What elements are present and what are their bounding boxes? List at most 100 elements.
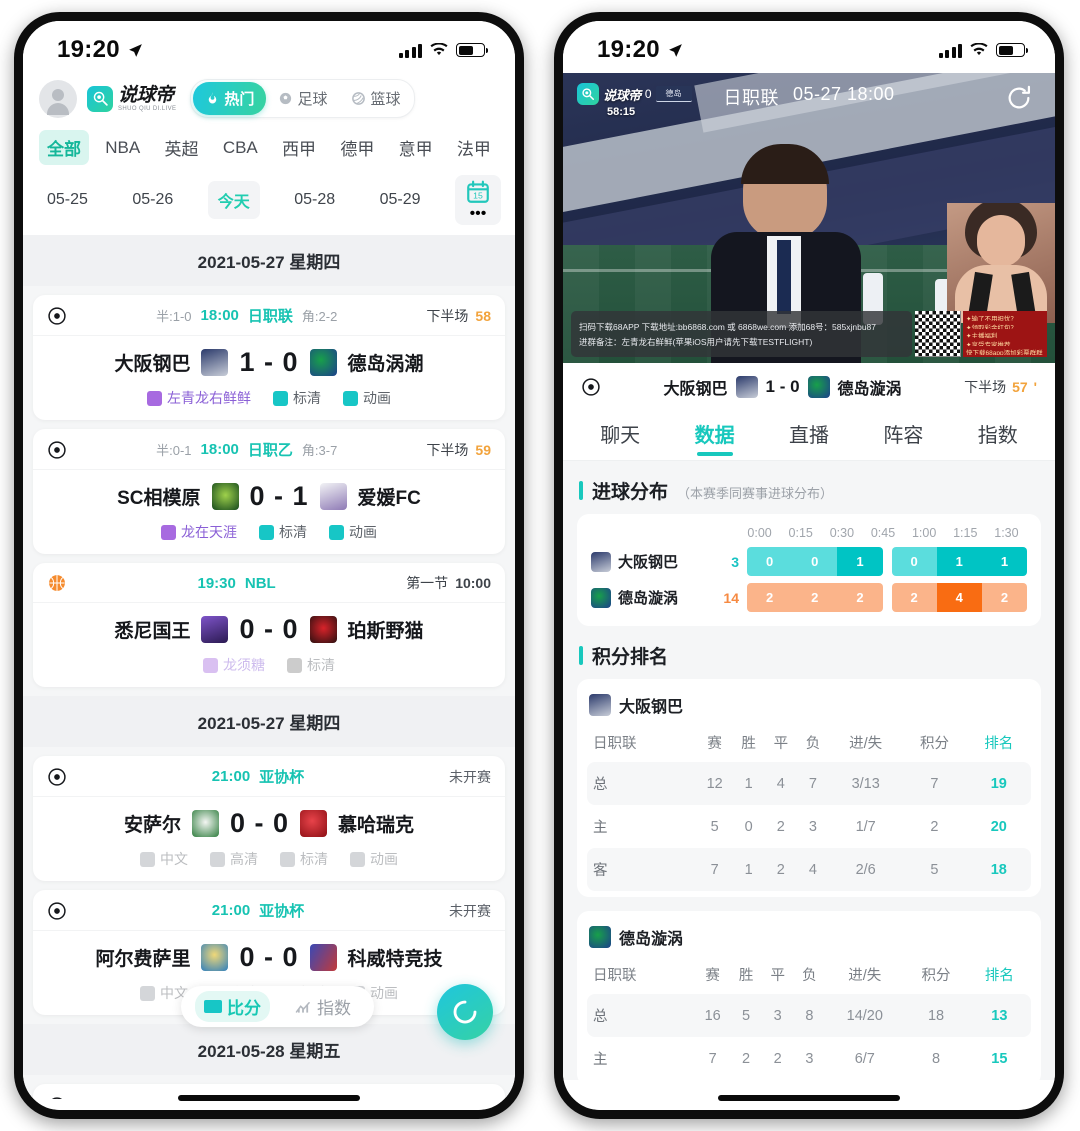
home-team-name: 悉尼国王 [114, 621, 191, 642]
axis-tick: 0:45 [870, 526, 896, 540]
soccer-search-icon [582, 88, 595, 101]
animation-icon [343, 390, 358, 406]
cell-rank: 15 [991, 1050, 1008, 1067]
chip-animation[interactable]: 动画 [350, 849, 398, 869]
league-tab-bundesliga[interactable]: 德甲 [332, 130, 382, 165]
refresh-icon[interactable] [1005, 84, 1033, 112]
col-losses: 负 [805, 736, 821, 752]
date-tab-0529[interactable]: 05-29 [370, 184, 431, 216]
status-time-group: 19:20 [57, 36, 144, 64]
col-losses: 负 [802, 968, 817, 984]
home-indicator [718, 1095, 900, 1101]
away-team-name: 德岛漩涡 [837, 381, 902, 398]
league-tab-seriea[interactable]: 意甲 [391, 130, 441, 165]
date-tab-0526[interactable]: 05-26 [122, 184, 183, 216]
live-video-player[interactable]: 日职联 05-27 18:00 说球帝 0 德岛 58:15 扫码下载68APP… [563, 73, 1055, 363]
away-team-name: 爱媛FC [357, 488, 421, 509]
cell-scope: 总 [587, 762, 697, 805]
date-tab-0525[interactable]: 05-25 [37, 184, 98, 216]
tab-odds[interactable]: 指数 [972, 411, 1024, 460]
bar-cell: 2 [837, 583, 883, 612]
chip-sd[interactable]: 标清 [259, 522, 307, 542]
tab-chat[interactable]: 聊天 [594, 411, 646, 460]
toggle-score[interactable]: 比分 [195, 991, 270, 1022]
match-teams: 阿尔费萨里 0 - 0 科威特竞技 [33, 931, 505, 981]
league-tab-laliga[interactable]: 西甲 [274, 130, 324, 165]
chip-label: 左青龙右鲜鲜 [167, 390, 251, 406]
chip-chinese[interactable]: 中文 [140, 849, 188, 869]
cellular-signal-icon [938, 43, 962, 58]
refresh-circle-icon [453, 1000, 477, 1024]
match-minute: 59 [475, 441, 491, 458]
chip-anchor[interactable]: 龙须糖 [203, 655, 265, 675]
tab-lineup[interactable]: 阵容 [877, 411, 929, 460]
chip-sd[interactable]: 标清 [280, 849, 328, 869]
streamer-webcam[interactable] [947, 203, 1055, 323]
col-points: 积分 [919, 736, 949, 752]
chip-hd[interactable]: 高清 [210, 849, 258, 869]
chip-anchor[interactable]: 龙在天涯 [161, 522, 237, 542]
section-accent-bar [579, 481, 583, 500]
match-card[interactable]: 半:0-1 18:00 日职乙 角:3-7 下半场 59 SC相模原 0 - 1… [33, 429, 505, 554]
bar-cell: 0 [792, 547, 838, 576]
toggle-odds[interactable]: 指数 [286, 991, 360, 1022]
match-summary-bar[interactable]: 大阪钢巴 1 - 0 德岛漩涡 下半场 57 ' [563, 363, 1055, 409]
match-card[interactable]: 半:1-0 18:00 日职联 角:2-2 下半场 58 大阪钢巴 1 - 0 … [33, 295, 505, 420]
soccer-search-icon [93, 91, 108, 106]
match-teams: 大阪钢巴 1 - 0 德岛涡潮 [33, 336, 505, 386]
chip-label: 动画 [370, 985, 398, 1001]
segment-hot[interactable]: 热门 [193, 82, 267, 115]
kickoff-time: 18:00 [200, 307, 239, 324]
brand-name-cn: 说球帝 [118, 84, 174, 106]
chip-animation[interactable]: 动画 [343, 388, 391, 408]
cell-draws: 2 [776, 818, 785, 835]
toggle-odds-label: 指数 [317, 999, 351, 1018]
first-half-bars: 0 0 1 [747, 547, 883, 576]
cell-losses: 4 [796, 848, 830, 891]
chip-sd[interactable]: 标清 [287, 655, 335, 675]
col-rank: 排名 [984, 968, 1014, 984]
match-list[interactable]: 2021-05-27 星期四 半:1-0 18:00 日职联 角:2-2 下半场… [23, 235, 515, 1099]
away-team-crest [300, 810, 328, 837]
segment-football-label: 足球 [297, 91, 328, 108]
league-tab-nba[interactable]: NBA [97, 133, 148, 163]
section-title: 进球分布 [592, 482, 669, 503]
chip-anchor[interactable]: 左青龙右鲜鲜 [147, 388, 251, 408]
league-tab-ligue1[interactable]: 法甲 [449, 130, 499, 165]
tab-data[interactable]: 数据 [689, 411, 741, 460]
chip-animation[interactable]: 动画 [329, 522, 377, 542]
standings-heading: 积分排名 [563, 626, 1055, 679]
corner-stat: 角:3-7 [301, 443, 338, 458]
match-card[interactable]: 19:30 NBL 第一节 10:00 悉尼国王 0 - 0 珀斯野猫 龙须糖 … [33, 563, 505, 687]
avatar[interactable] [39, 79, 77, 118]
broadcast-scorebug: 说球帝 0 德岛 58:15 [577, 83, 692, 118]
cell-wins: 1 [732, 762, 765, 805]
date-tab-today[interactable]: 今天 [207, 181, 260, 219]
date-tab-0528[interactable]: 05-28 [284, 184, 345, 216]
brand-logo: 说球帝 SHUO QIU DI.LIVE [87, 84, 176, 112]
ad-overlay[interactable]: 扫码下载68APP 下载地址:bb6868.com 或 6868we.com 添… [571, 311, 1047, 357]
app-bar: 说球帝 SHUO QIU DI.LIVE 热门 足球 篮球 [23, 73, 515, 126]
col-played: 赛 [707, 736, 722, 752]
cell-scope: 客 [587, 848, 697, 891]
away-team-crest [589, 926, 611, 948]
refresh-fab-button[interactable] [437, 984, 493, 1040]
league-tab-epl[interactable]: 英超 [157, 130, 207, 165]
status-bar: 19:20 [563, 21, 1055, 73]
chip-label: 高清 [230, 851, 258, 867]
away-team-crest [807, 376, 830, 398]
segment-football[interactable]: 足球 [266, 82, 339, 115]
col-points: 积分 [921, 968, 951, 984]
soccer-ball-icon [48, 440, 66, 459]
chip-sd[interactable]: 标清 [273, 388, 321, 408]
segment-basketball[interactable]: 篮球 [339, 82, 412, 115]
tab-live[interactable]: 直播 [783, 411, 835, 460]
away-team-name: 德岛涡潮 [347, 354, 424, 375]
league-tab-all[interactable]: 全部 [39, 130, 89, 165]
match-minute-suffix: ' [1033, 379, 1037, 395]
league-tab-cba[interactable]: CBA [215, 133, 266, 163]
data-tab-content[interactable]: 进球分布 （本赛季同赛事进球分布） 0:00 0:15 0:30 0:45 1:… [563, 461, 1055, 1080]
match-card[interactable]: 21:00 亚协杯 未开赛 安萨尔 0 - 0 慕哈瑞克 中文 高清 标清 动画 [33, 756, 505, 881]
calendar-button[interactable]: 15 ••• [454, 175, 501, 225]
half-score: 半:0-1 [156, 443, 192, 458]
